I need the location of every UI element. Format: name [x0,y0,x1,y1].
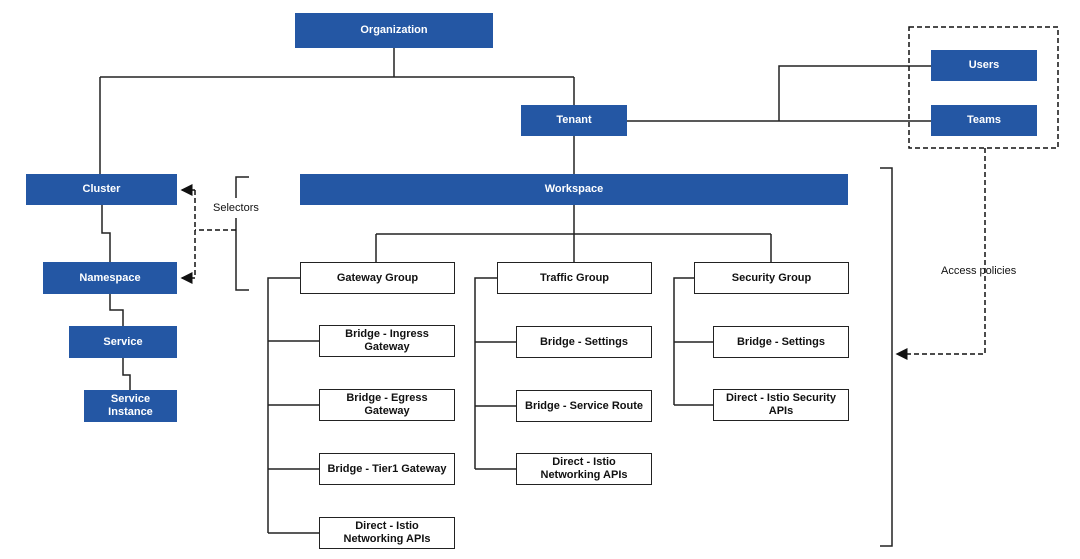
direct-istio-security-apis-node: Direct - Istio Security APIs [713,389,849,421]
cluster-chain-edges [101,205,131,390]
traffic-bridge-settings-node: Bridge - Settings [516,326,652,358]
service-node: Service [69,326,177,358]
access-policies-label: Access policies [941,265,1017,277]
organization-node: Organization [295,13,493,48]
namespace-node: Namespace [43,262,177,294]
security-tree [673,277,713,406]
workspace-bracket [880,167,893,547]
bridge-egress-gateway-node: Bridge - Egress Gateway [319,389,455,421]
bridge-tier1-gateway-node: Bridge - Tier1 Gateway [319,453,455,485]
service-instance-node: Service Instance [84,390,177,422]
tenant-node: Tenant [521,105,627,136]
selectors-label: Selectors [213,202,259,214]
traffic-group-node: Traffic Group [497,262,652,294]
org-edges [99,48,575,174]
gateway-group-node: Gateway Group [300,262,455,294]
users-node: Users [931,50,1037,81]
traffic-tree [474,277,516,470]
access-policies-arrow [895,148,986,360]
gateway-direct-istio-networking-node: Direct - Istio Networking APIs [319,517,455,549]
tenant-users-teams-edges [627,65,931,122]
gateway-tree [267,277,319,534]
workspace-group-edges [375,205,772,262]
bridge-ingress-gateway-node: Bridge - Ingress Gateway [319,325,455,357]
security-bridge-settings-node: Bridge - Settings [713,326,849,358]
cluster-node: Cluster [26,174,177,205]
workspace-node: Workspace [300,174,848,205]
traffic-direct-istio-networking-node: Direct - Istio Networking APIs [516,453,652,485]
security-group-node: Security Group [694,262,849,294]
teams-node: Teams [931,105,1037,136]
bridge-service-route-node: Bridge - Service Route [516,390,652,422]
selectors-bracket [235,176,249,291]
